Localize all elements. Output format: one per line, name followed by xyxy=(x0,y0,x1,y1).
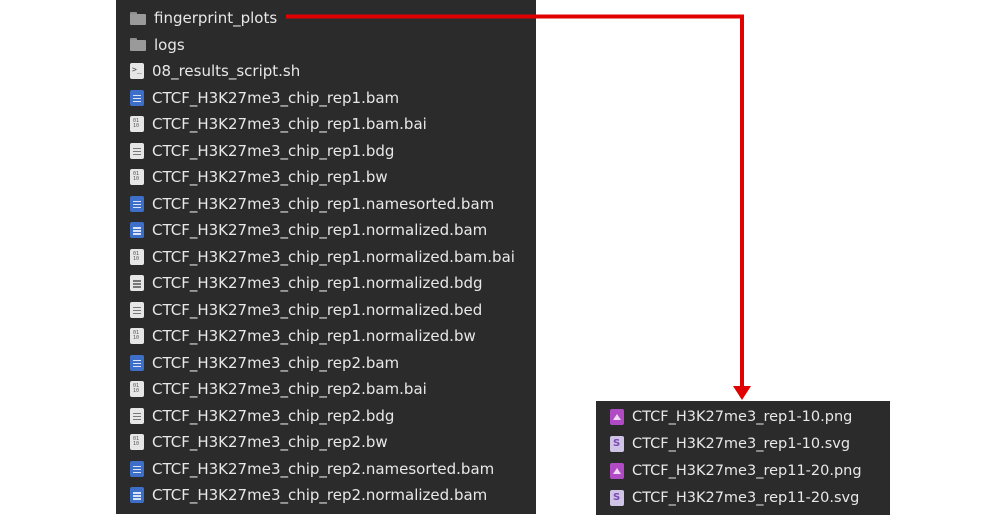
annotation-arrowhead xyxy=(733,386,751,400)
annotation-arrow-line xyxy=(286,14,744,388)
annotation-arrow xyxy=(286,14,751,400)
